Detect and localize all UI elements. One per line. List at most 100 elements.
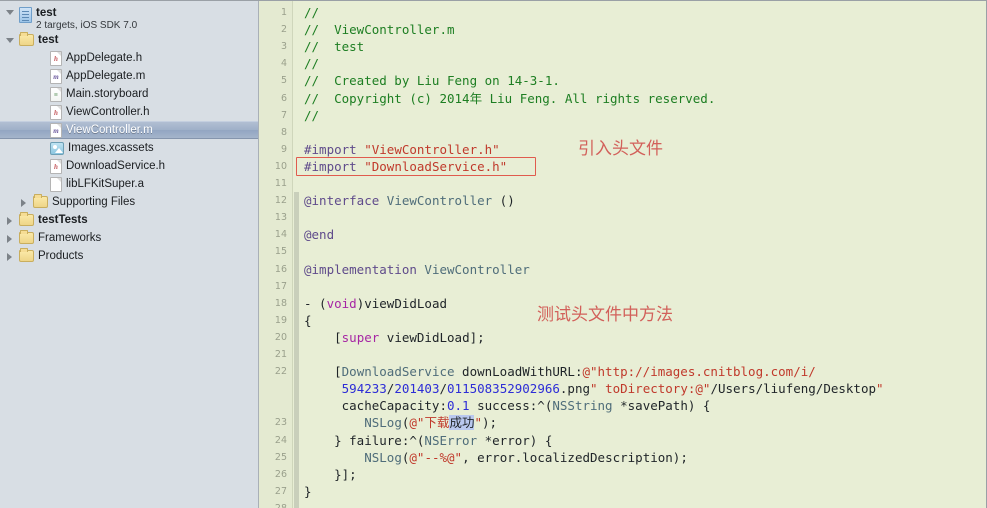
line-number: 26 bbox=[274, 468, 287, 480]
folder-icon bbox=[19, 32, 34, 46]
line-number: 20 bbox=[274, 331, 287, 343]
folder-icon bbox=[19, 230, 34, 244]
navigator-item-testtests[interactable]: testTests bbox=[0, 211, 258, 229]
navigator-item-label: DownloadService.h bbox=[66, 160, 166, 172]
line-number: 13 bbox=[274, 212, 287, 224]
navigator-item-label: libLFKitSuper.a bbox=[66, 178, 144, 190]
code-line: 594233/201403/011508352902966.png" toDir… bbox=[341, 381, 884, 397]
line-number: 28 bbox=[259, 503, 287, 508]
disclosure-triangle-icon[interactable] bbox=[6, 35, 17, 46]
line-number: 6 bbox=[280, 92, 287, 104]
line-number: 12 bbox=[274, 195, 287, 207]
code-line: // test bbox=[304, 39, 365, 55]
code-line: @end bbox=[304, 227, 335, 243]
folder-icon bbox=[19, 248, 34, 262]
navigator-item-label: AppDelegate.h bbox=[66, 52, 143, 64]
line-number: 9 bbox=[280, 143, 287, 155]
line-number: 1 bbox=[280, 7, 287, 18]
line-number: 10 bbox=[274, 160, 287, 172]
navigator-item-images-xcassets[interactable]: Images.xcassets bbox=[0, 139, 258, 157]
navigator-item-viewcontroller-h[interactable]: h ViewController.h bbox=[0, 103, 258, 121]
line-number: 11 bbox=[274, 178, 287, 189]
code-line: - (void)viewDidLoad bbox=[304, 295, 447, 311]
line-number: 24 bbox=[274, 434, 287, 446]
code-line: }]; bbox=[304, 466, 357, 482]
code-line: @implementation ViewController bbox=[304, 261, 530, 277]
line-number: 8 bbox=[280, 126, 287, 138]
code-line: // bbox=[304, 107, 320, 123]
line-number: 2 bbox=[280, 24, 287, 36]
folder-icon bbox=[33, 194, 48, 208]
line-number: 18 bbox=[274, 297, 287, 309]
navigator-item-liblfkitsuper-a[interactable]: libLFKitSuper.a bbox=[0, 175, 258, 193]
folder-icon bbox=[19, 212, 34, 226]
line-number: 16 bbox=[274, 263, 287, 275]
code-line: { bbox=[304, 312, 312, 328]
line-number: 23 bbox=[274, 417, 287, 429]
navigator-item-main-storyboard[interactable]: ≡ Main.storyboard bbox=[0, 85, 258, 103]
project-blueprint-icon bbox=[19, 7, 32, 23]
navigator-item-downloadservice-h[interactable]: h DownloadService.h bbox=[0, 157, 258, 175]
navigator-item-label: Products bbox=[38, 250, 84, 262]
line-number: 22 bbox=[274, 366, 287, 378]
navigator-item-label: Frameworks bbox=[38, 232, 102, 244]
line-number: 15 bbox=[274, 246, 287, 258]
xcode-window: test 2 targets, iOS SDK 7.0 test h AppDele… bbox=[0, 0, 987, 508]
code-line: #import "DownloadService.h" bbox=[304, 158, 508, 174]
code-line: } bbox=[304, 483, 312, 499]
line-number: 21 bbox=[274, 349, 287, 360]
project-name: test bbox=[36, 7, 57, 19]
navigator-item-products[interactable]: Products bbox=[0, 247, 258, 265]
project-navigator[interactable]: test 2 targets, iOS SDK 7.0 test h AppDele… bbox=[0, 1, 259, 508]
annotation-import-header: 引入头文件 bbox=[578, 138, 663, 159]
archive-file-icon bbox=[50, 176, 62, 192]
disclosure-triangle-icon[interactable] bbox=[6, 251, 17, 262]
code-line: // ViewController.m bbox=[304, 22, 455, 38]
disclosure-triangle-icon[interactable] bbox=[6, 7, 17, 18]
annotation-test-method: 测试头文件中方法 bbox=[537, 304, 673, 325]
code-line: } failure:^(NSError *error) { bbox=[304, 432, 553, 448]
header-file-icon: h bbox=[50, 104, 62, 120]
code-line: [DownloadService downLoadWithURL:@"http:… bbox=[304, 364, 816, 380]
code-line: NSLog(@"--%@", error.localizedDescriptio… bbox=[364, 449, 688, 465]
navigator-item-supporting-files[interactable]: Supporting Files bbox=[0, 193, 258, 211]
code-text-area[interactable]: //// ViewController.m// test//// Created… bbox=[295, 1, 986, 508]
code-line: // Copyright (c) 2014年 Liu Feng. All rig… bbox=[304, 90, 716, 106]
project-navigator-tree[interactable]: test 2 targets, iOS SDK 7.0 test h AppDele… bbox=[0, 1, 258, 265]
line-number: 14 bbox=[274, 229, 287, 241]
source-editor[interactable]: 1 2 3 4 5 6 7 8 9 10 11 12 13 14 15 16 17 18 19 20 21 22 23 24 2… bbox=[259, 1, 986, 508]
line-number: 17 bbox=[274, 280, 287, 292]
storyboard-icon: ≡ bbox=[50, 86, 62, 102]
navigator-item-label: ViewController.m bbox=[66, 124, 153, 136]
navigator-item-label: Supporting Files bbox=[52, 196, 136, 208]
disclosure-triangle-icon[interactable] bbox=[6, 215, 17, 226]
navigator-item-viewcontroller-m[interactable]: m ViewController.m bbox=[0, 121, 258, 139]
code-line: #import "ViewController.h" bbox=[304, 141, 500, 157]
line-number-gutter: 1 2 3 4 5 6 7 8 9 10 11 12 13 14 15 16 17 18 19 20 21 22 23 24 2… bbox=[259, 1, 293, 508]
navigator-project-row[interactable]: test 2 targets, iOS SDK 7.0 bbox=[0, 5, 258, 31]
code-line: cacheCapacity:0.1 success:^(NSString *sa… bbox=[304, 398, 711, 414]
navigator-item-list[interactable]: test h AppDelegate.h m AppDelegate.m ≡ Main.st… bbox=[0, 31, 258, 265]
navigator-item-appdelegate-m[interactable]: m AppDelegate.m bbox=[0, 67, 258, 85]
navigator-item-frameworks[interactable]: Frameworks bbox=[0, 229, 258, 247]
disclosure-triangle-icon[interactable] bbox=[6, 233, 17, 244]
navigator-item-test[interactable]: test bbox=[0, 31, 258, 49]
navigator-item-label: AppDelegate.m bbox=[66, 70, 146, 82]
source-file-icon: m bbox=[50, 68, 62, 84]
line-number: 7 bbox=[280, 109, 287, 121]
line-number: 27 bbox=[274, 485, 287, 497]
line-number: 4 bbox=[280, 58, 287, 70]
code-line: // bbox=[304, 56, 320, 72]
disclosure-triangle-icon[interactable] bbox=[20, 197, 31, 208]
code-line: // bbox=[304, 5, 320, 20]
code-line: NSLog(@"下载成功"); bbox=[364, 415, 498, 431]
navigator-item-appdelegate-h[interactable]: h AppDelegate.h bbox=[0, 49, 258, 67]
navigator-item-label: Images.xcassets bbox=[68, 142, 154, 154]
